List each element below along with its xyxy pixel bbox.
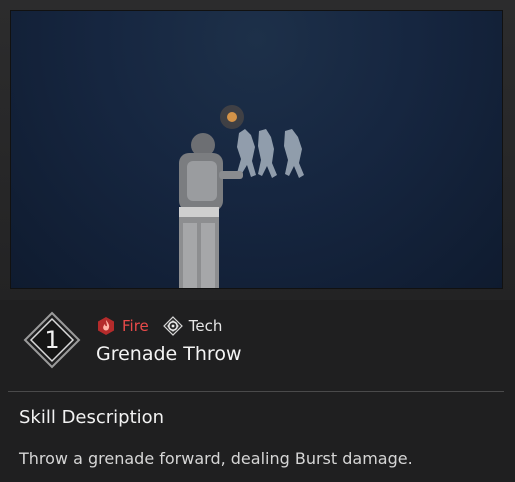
skill-slot-badge: 1 <box>23 311 81 369</box>
tech-gear-icon <box>162 316 183 336</box>
tag-fire-label: Fire <box>122 317 149 335</box>
skill-preview-frame <box>0 0 515 300</box>
fire-element-icon <box>96 316 116 336</box>
skill-preview-video[interactable] <box>10 10 503 289</box>
skill-description-text: Throw a grenade forward, dealing Burst d… <box>19 449 413 468</box>
skill-description-heading: Skill Description <box>19 407 165 428</box>
tag-tech: Tech <box>162 316 223 336</box>
skill-tags: Fire Tech <box>96 314 236 338</box>
skill-name: Grenade Throw <box>96 343 242 365</box>
tag-tech-label: Tech <box>188 317 223 335</box>
preview-scene <box>179 105 304 288</box>
player-character <box>179 133 243 288</box>
tag-fire: Fire <box>96 316 149 336</box>
section-divider <box>8 391 504 392</box>
skill-slot-number: 1 <box>44 326 60 354</box>
enemy-figures <box>237 129 304 178</box>
grenade-glow <box>220 105 244 129</box>
